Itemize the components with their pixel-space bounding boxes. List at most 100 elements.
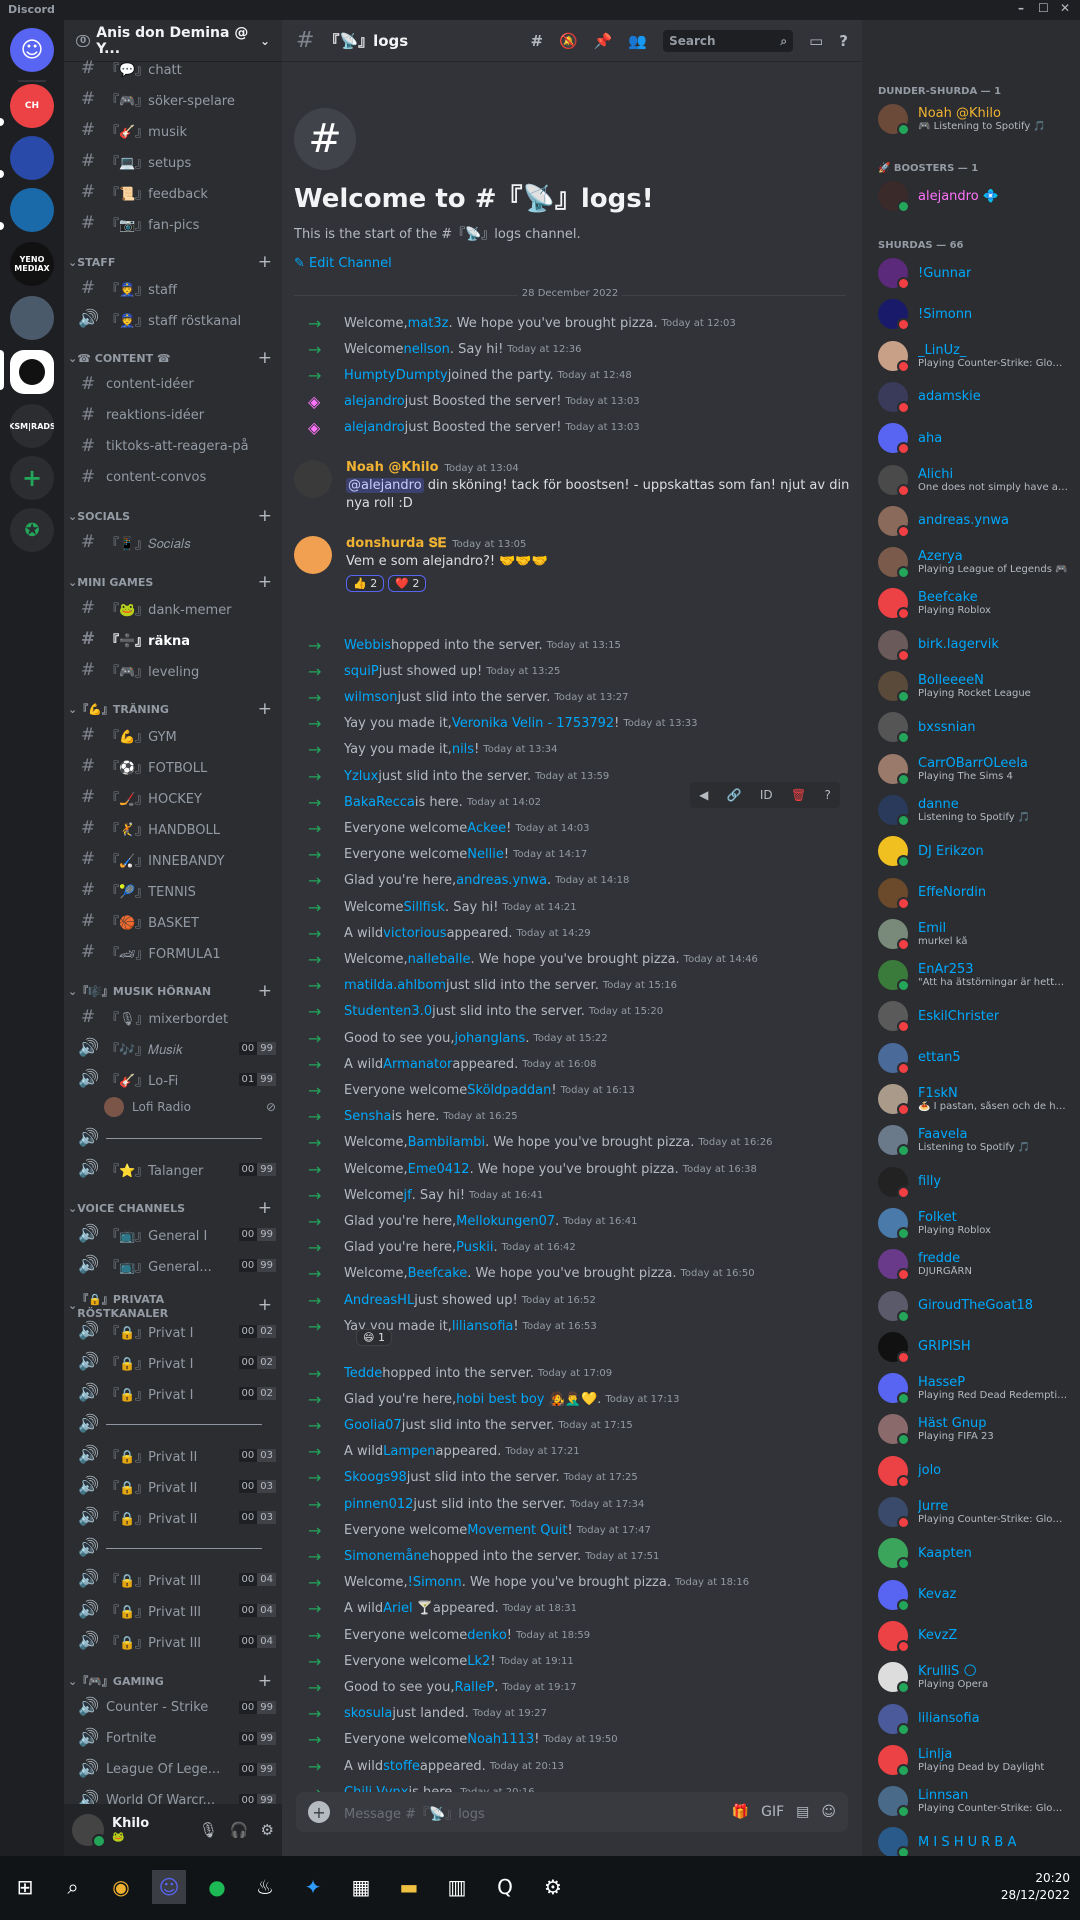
channel-item[interactable]: # 『📱』𝑆𝑜𝑐𝑖𝑎𝑙𝑠 [72,528,276,556]
channel-item[interactable]: # 『💪』GYM [72,721,276,749]
member-item[interactable]: aha [878,418,1074,458]
user-link[interactable]: Lampen [383,1444,435,1459]
search-icon[interactable]: ⌕ [56,1870,90,1904]
channel-item[interactable]: # reaktions-idéer [72,401,276,429]
member-item[interactable]: F1skN 🍝 I pastan, såsen och de heli... [878,1079,1074,1119]
message-author[interactable]: Noah @Khilo [346,460,439,475]
user-link[interactable]: nalleballe [408,952,471,967]
category-content[interactable]: ⌄ ☎ CONTENT ☎ + [68,348,278,368]
battlenet-icon[interactable]: ✦ [296,1870,330,1904]
channel-item[interactable]: # 『🤾』HANDBOLL [72,814,276,842]
help-icon[interactable]: ? [839,32,848,50]
more-icon[interactable]: ? [824,788,830,802]
voice-channel-item[interactable]: 🔊 『🔒』Privat II 00 03 [72,1503,276,1531]
chevron-down-icon[interactable]: ⌄ [260,34,270,48]
member-item[interactable]: Faavela Listening to Spotify 🎵 [878,1120,1074,1160]
user-link[interactable]: Ariel 🍸 [383,1601,433,1616]
trash-icon[interactable]: 🗑 [791,788,806,802]
member-item[interactable]: Noah @Khilo 🎮 Listening to Spotify 🎵 [878,99,1074,139]
voice-channel-item[interactable]: 🔊 『📺』General I 00 99 [72,1220,276,1248]
channel-item[interactable]: # 『🐸』dank-memer [72,594,276,622]
user-link[interactable]: BakaRecca [344,795,415,810]
sticker-icon[interactable]: ▤ [796,1804,809,1820]
user-link[interactable]: stoffe [383,1759,420,1774]
reaction-heart[interactable]: ❤️ 2 [388,575,427,593]
member-item[interactable]: _LinUz_ Playing Counter-Strike: Globa... [878,336,1074,376]
member-item[interactable]: !Gunnar [878,253,1074,293]
channel-item[interactable]: # 『🎾』TENNIS [72,876,276,904]
folder-icon[interactable]: ▬ [392,1870,426,1904]
user-link[interactable]: Movement Quit [467,1523,567,1538]
channel-item[interactable]: # 『🎙』mixerbordet [72,1003,276,1031]
category-minigames[interactable]: ⌄ MINI GAMES + [68,572,278,592]
member-item[interactable]: KrulliS 🌕 Playing Opera [878,1657,1074,1697]
mute-bell-icon[interactable]: 🔕 [559,32,578,50]
user-link[interactable]: squiP [344,664,379,679]
user-link[interactable]: Simonemåne [344,1549,430,1564]
channel-item[interactable]: # 『🎸』musik [72,116,276,144]
attach-plus-icon[interactable]: + [308,1801,330,1823]
user-link[interactable]: Skoogs98 [344,1470,407,1485]
settings-gear-icon[interactable]: ⚙ [536,1870,570,1904]
member-item[interactable]: GRIPISH [878,1327,1074,1367]
user-link[interactable]: Lk2 [467,1654,490,1669]
member-item[interactable]: ettan5 [878,1038,1074,1078]
member-item[interactable]: EnAr253 "Att ha ätstörningar är hett" R..… [878,955,1074,995]
edit-channel-link[interactable]: ✎ Edit Channel [294,256,654,271]
voice-channel-item[interactable]: 🔊 『🔒』Privat I 00 02 [72,1317,276,1345]
member-item[interactable]: fredde DJURGÅRN [878,1244,1074,1284]
message-author[interactable]: donshurda 𝐒𝐄 [346,536,446,551]
member-item[interactable]: HasseP Playing Red Dead Redemptio... [878,1368,1074,1408]
spotify-icon[interactable]: ● [200,1870,234,1904]
channel-item[interactable]: # 『📷』fan-pics [72,209,276,237]
member-item[interactable]: Kaapten [878,1533,1074,1573]
user-link[interactable]: andreas.ynwa [456,873,547,888]
discord-icon[interactable]: ☺ [152,1870,186,1904]
gear-icon[interactable]: ⚙ [261,1821,274,1839]
server-icon-selected[interactable] [10,350,54,394]
voice-channel-item[interactable]: 🔊 『🎶』𝑀𝑢𝑠𝑖𝑘 00 99 [72,1034,276,1062]
pin-icon[interactable]: 📌 [594,32,613,50]
steam-icon[interactable]: ♨ [248,1870,282,1904]
member-item[interactable]: jolo [878,1451,1074,1491]
channel-item[interactable]: # 『💬』chatt [72,54,276,82]
user-link[interactable]: hobi best boy 🧑‍🎤🤦‍♂️💛 [456,1392,597,1407]
user-link[interactable]: nils [452,742,474,757]
user-link[interactable]: AndreasHL [344,1293,414,1308]
voice-channel-item[interactable]: 🔊 『🔒』Privat I 00 02 [72,1379,276,1407]
member-item[interactable]: filly [878,1162,1074,1202]
voice-channel-item[interactable]: 🔊 『🔒』Privat III 00 04 [72,1627,276,1655]
add-server-icon[interactable]: + [10,456,54,500]
voice-channel-item[interactable]: 🔊 『🎸』Lo-Fi 01 99 [72,1065,276,1093]
store-icon[interactable]: ▦ [344,1870,378,1904]
channel-item[interactable]: # 『🏀』BASKET [72,907,276,935]
channel-item[interactable]: # tiktoks-att-reagera-på [72,432,276,460]
calculator-icon[interactable]: ▥ [440,1870,474,1904]
voice-channel-item[interactable]: 🔊 『⭐』Talanger 00 99 [72,1155,276,1183]
member-item[interactable]: CarrOBarrOLeela Playing The Sims 4 [878,749,1074,789]
member-item[interactable]: Alichi One does not simply have a go... [878,460,1074,500]
channel-item[interactable]: # 『🏑』INNEBANDY [72,845,276,873]
microphone-icon[interactable]: 🎙 [199,1821,218,1839]
user-link[interactable]: Armanator [383,1057,452,1072]
voice-channel-item[interactable]: 🔊 『🔒』Privat I 00 02 [72,1348,276,1376]
user-link[interactable]: mat3z [408,316,449,331]
emoji-icon[interactable]: ☺ [821,1804,836,1820]
channel-item[interactable]: # content-convos [72,463,276,491]
category-privata[interactable]: ⌄ 『🔒』PRIVATA RÖSTKANALER + [68,1293,278,1320]
member-item[interactable]: Emil murkel kå [878,914,1074,954]
channel-item[interactable]: # 『🏎』FORMULA1 [72,938,276,966]
voice-channel-item[interactable]: 🔊 Counter - Strike 00 99 [72,1693,276,1721]
user-link[interactable]: liliansofia [452,1319,514,1334]
taskbar-clock[interactable]: 20:20 28/12/2022 [1001,1870,1070,1904]
category-voice[interactable]: ⌄ VOICE CHANNELS + [68,1198,278,1218]
member-item[interactable]: DJ Erikzon [878,831,1074,871]
gift-icon[interactable]: 🎁 [732,1804,749,1820]
member-item[interactable]: andreas.ynwa [878,501,1074,541]
user-link[interactable]: Puskii [456,1240,493,1255]
member-item[interactable]: KevzZ [878,1616,1074,1656]
user-link[interactable]: Nellie [467,847,504,862]
member-item[interactable]: Beefcake Playing Roblox [878,583,1074,623]
user-link[interactable]: Webbis [344,638,391,653]
voice-channel-item[interactable]: 🔊 『🔒』Privat II 00 03 [72,1441,276,1469]
